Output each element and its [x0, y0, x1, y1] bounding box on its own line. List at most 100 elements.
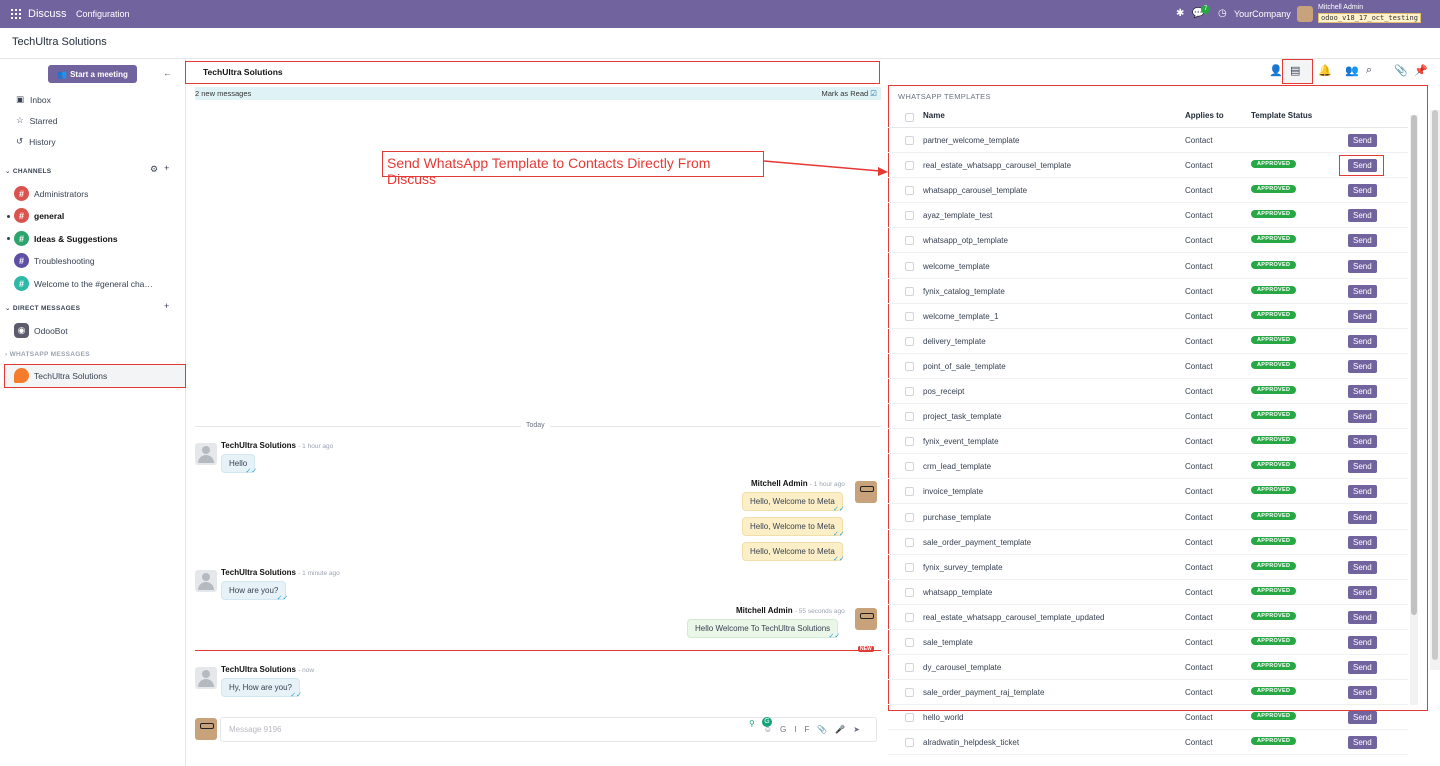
attachment-icon[interactable]: 📎: [817, 725, 835, 734]
row-checkbox[interactable]: [905, 638, 914, 647]
send-template-button[interactable]: Send: [1348, 334, 1377, 348]
table-row[interactable]: welcome_template Contact APPROVED Send: [888, 254, 1408, 279]
start-meeting-button[interactable]: 👥 Start a meeting: [48, 65, 137, 83]
col-template-status[interactable]: Template Status: [1251, 111, 1312, 120]
row-checkbox[interactable]: [905, 387, 914, 396]
sidebar-item-history[interactable]: ↺ History: [16, 136, 56, 147]
table-row[interactable]: sale_order_payment_template Contact APPROV…: [888, 530, 1408, 555]
send-template-button[interactable]: Send: [1348, 385, 1377, 398]
col-name[interactable]: Name: [923, 111, 945, 120]
table-row[interactable]: ayaz_template_test Contact APPROVED Send: [888, 203, 1408, 229]
microphone-icon[interactable]: 🎤: [835, 725, 853, 734]
app-name[interactable]: Discuss: [28, 8, 67, 20]
pin-icon[interactable]: 📌: [1414, 64, 1428, 77]
sidebar-item-ideas[interactable]: # Ideas & Suggestions: [14, 231, 118, 246]
table-row[interactable]: point_of_sale_template Contact APPROVED Sen…: [888, 354, 1408, 379]
row-checkbox[interactable]: [905, 587, 914, 597]
configuration-menu[interactable]: Configuration: [76, 9, 130, 19]
whatsapp-messages-header[interactable]: › WHATSAPP MESSAGES: [5, 351, 90, 358]
table-row[interactable]: welcome_template_1 Contact APPROVED Send: [888, 304, 1408, 329]
row-checkbox[interactable]: [905, 663, 914, 673]
mark-as-read-button[interactable]: Mark as Read ☑: [821, 89, 877, 98]
send-template-button[interactable]: Send: [1348, 736, 1377, 750]
debug-icon[interactable]: ✱: [1176, 8, 1184, 19]
send-template-button[interactable]: Send: [1348, 460, 1377, 474]
grammarly-icon[interactable]: G: [762, 717, 772, 727]
send-template-button[interactable]: Send: [1348, 610, 1377, 624]
sidebar-item-odoobot[interactable]: ◉ OdooBot: [14, 323, 68, 338]
send-template-button[interactable]: Send: [1348, 560, 1377, 574]
sidebar-item-troubleshooting[interactable]: # Troubleshooting: [14, 253, 95, 268]
send-icon[interactable]: ➤: [853, 725, 868, 734]
row-checkbox[interactable]: [905, 236, 914, 246]
message-input[interactable]: Message 9196 ☺GIF📎🎤➤: [220, 717, 877, 742]
sidebar-item-administrators[interactable]: # Administrators: [14, 186, 88, 201]
channel-settings-icon[interactable]: ⚙: [150, 164, 158, 175]
row-checkbox[interactable]: [905, 161, 914, 171]
location-icon[interactable]: ⚲: [749, 719, 755, 728]
direct-messages-header[interactable]: ⌄ DIRECT MESSAGES: [5, 304, 80, 312]
col-applies-to[interactable]: Applies to: [1185, 111, 1224, 120]
table-row[interactable]: pos_receipt Contact APPROVED Send: [888, 379, 1408, 404]
row-checkbox[interactable]: [905, 487, 914, 497]
send-template-button[interactable]: Send: [1348, 585, 1377, 599]
row-checkbox[interactable]: [905, 612, 914, 622]
add-user-icon[interactable]: 👥: [1345, 64, 1359, 77]
row-checkbox[interactable]: [905, 738, 914, 748]
notification-bell-icon[interactable]: 🔔: [1318, 64, 1332, 77]
sidebar-item-starred[interactable]: ☆ Starred: [16, 115, 58, 126]
send-template-button[interactable]: Send: [1348, 134, 1377, 147]
user-avatar[interactable]: [1297, 6, 1313, 22]
row-checkbox[interactable]: [905, 186, 914, 196]
row-checkbox[interactable]: [905, 562, 914, 572]
send-template-button[interactable]: Send: [1348, 711, 1377, 725]
row-checkbox[interactable]: [905, 311, 914, 321]
sidebar-item-general[interactable]: # general: [14, 208, 64, 223]
row-checkbox[interactable]: [905, 261, 914, 271]
table-row[interactable]: fynix_event_template Contact APPROVED Send: [888, 429, 1408, 455]
table-row[interactable]: crm_lead_template Contact APPROVED Send: [888, 454, 1408, 480]
table-row[interactable]: fynix_survey_template Contact APPROVED Send: [888, 555, 1408, 580]
send-template-button[interactable]: Send: [1348, 686, 1377, 700]
row-checkbox[interactable]: [905, 713, 914, 723]
row-checkbox[interactable]: [905, 437, 914, 447]
send-template-button[interactable]: Send: [1348, 284, 1377, 298]
send-template-button[interactable]: Send: [1348, 535, 1377, 549]
row-checkbox[interactable]: [905, 512, 914, 522]
apps-menu-icon[interactable]: [11, 9, 21, 19]
table-row[interactable]: real_estate_whatsapp_carousel_template_u…: [888, 605, 1408, 630]
table-row[interactable]: partner_welcome_template Contact Send: [888, 128, 1408, 153]
composer-tools[interactable]: ☺GIF📎🎤➤: [764, 725, 868, 734]
sidebar-item-welcome[interactable]: # Welcome to the #general cha…: [14, 276, 153, 291]
table-row[interactable]: whatsapp_template Contact APPROVED Send: [888, 580, 1408, 605]
table-row[interactable]: hello_world Contact APPROVED Send: [888, 705, 1408, 731]
user-name[interactable]: Mitchell Admin: [1318, 4, 1363, 11]
table-row[interactable]: whatsapp_carousel_template Contact APPROVE…: [888, 178, 1408, 204]
activity-clock-icon[interactable]: ◷: [1218, 8, 1227, 19]
row-checkbox[interactable]: [905, 361, 914, 371]
row-checkbox[interactable]: [905, 336, 914, 346]
send-template-button[interactable]: Send: [1348, 184, 1377, 198]
company-switcher[interactable]: YourCompany: [1234, 9, 1291, 19]
row-checkbox[interactable]: [905, 286, 914, 296]
page-scrollbar[interactable]: [1430, 110, 1440, 670]
gif-icon[interactable]: GIF: [780, 725, 817, 734]
send-template-button[interactable]: Send: [1348, 410, 1377, 424]
row-checkbox[interactable]: [905, 211, 914, 221]
table-row[interactable]: whatsapp_otp_template Contact APPROVED Send: [888, 228, 1408, 254]
row-checkbox[interactable]: [905, 537, 914, 547]
table-row[interactable]: dy_carousel_template Contact APPROVED Send: [888, 655, 1408, 681]
table-row[interactable]: invoice_template Contact APPROVED Send: [888, 479, 1408, 505]
channels-header[interactable]: ⌄ CHANNELS: [5, 167, 51, 175]
select-all-checkbox[interactable]: [905, 113, 914, 122]
send-template-button[interactable]: Send: [1348, 309, 1377, 323]
table-row[interactable]: sale_template Contact APPROVED Send: [888, 630, 1408, 655]
send-template-button[interactable]: Send: [1348, 510, 1377, 524]
send-template-button[interactable]: Send: [1348, 661, 1377, 675]
table-row[interactable]: fynix_catalog_template Contact APPROVED Sen…: [888, 279, 1408, 304]
table-row[interactable]: alradwatin_helpdesk_ticket Contact APPROVE…: [888, 730, 1408, 756]
search-icon[interactable]: ⌕: [1366, 64, 1372, 77]
row-checkbox[interactable]: [905, 136, 914, 145]
send-template-button[interactable]: Send: [1348, 485, 1377, 499]
send-template-button[interactable]: Send: [1348, 359, 1377, 373]
